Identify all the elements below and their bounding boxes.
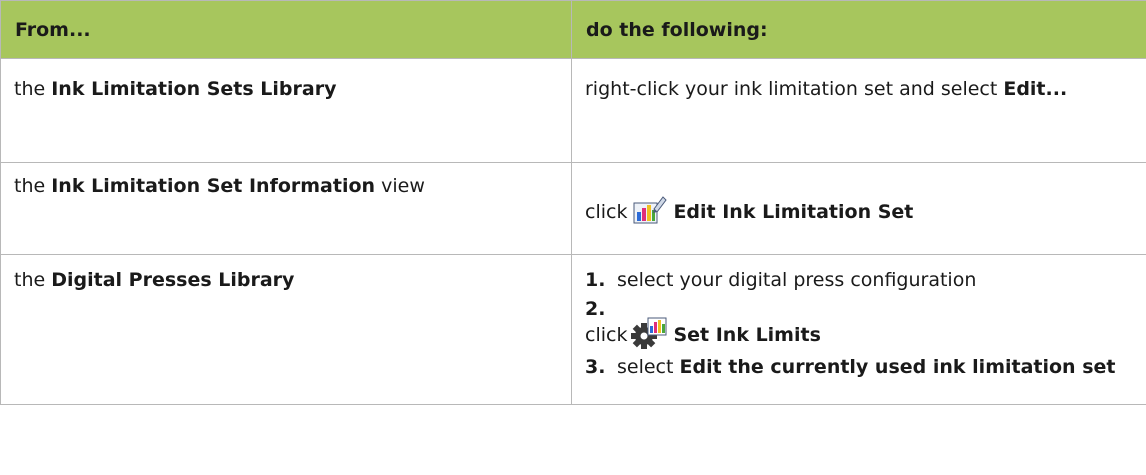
table-row: the Ink Limitation Sets Library right-cl…	[0, 58, 1146, 163]
from-prefix: the	[14, 269, 52, 291]
step-text: select Edit the currently used ink limit…	[617, 353, 1115, 382]
do-command: Edit Ink Limitation Set	[673, 201, 914, 223]
step-number: 3.	[585, 356, 606, 378]
steps-list: 1. select your digital press configurati…	[585, 266, 1132, 382]
do-cell: right-click your ink limitation set and …	[571, 58, 1146, 163]
step-content: click Set Ink Limits	[585, 316, 821, 350]
list-item: 1. select your digital press configurati…	[585, 266, 1132, 295]
set-ink-limits-gear-icon	[631, 316, 669, 350]
from-cell: the Digital Presses Library	[0, 254, 572, 405]
step-text: select your digital press configuration	[617, 269, 977, 291]
from-cell: the Ink Limitation Set Information view	[0, 162, 572, 255]
edit-ink-limitation-set-icon	[633, 195, 668, 225]
from-cell: the Ink Limitation Sets Library	[0, 58, 572, 163]
do-command: Edit...	[1003, 78, 1068, 100]
do-text: right-click your ink limitation set and …	[585, 78, 1004, 100]
procedure-table: From... do the following: the Ink Limita…	[0, 0, 1146, 405]
from-prefix: the	[14, 78, 52, 100]
from-location: Ink Limitation Set Information	[51, 175, 376, 197]
from-location: Ink Limitation Sets Library	[51, 78, 337, 100]
list-item: 3. select Edit the currently used ink li…	[585, 353, 1132, 382]
step-prefix: click	[585, 324, 628, 346]
do-prefix: click	[585, 201, 628, 223]
step-command: Edit the currently used ink limitation s…	[679, 356, 1116, 378]
header-do: do the following:	[571, 0, 1146, 59]
from-suffix: view	[375, 175, 425, 197]
table-row: the Digital Presses Library 1. select yo…	[0, 254, 1146, 405]
header-from: From...	[0, 0, 572, 59]
step-number: 1.	[585, 269, 606, 291]
from-prefix: the	[14, 175, 52, 197]
table-row: the Ink Limitation Set Information view …	[0, 162, 1146, 255]
from-location: Digital Presses Library	[51, 269, 295, 291]
step-prefix: select	[617, 356, 680, 378]
do-cell: 1. select your digital press configurati…	[571, 254, 1146, 405]
table-header-row: From... do the following:	[0, 0, 1146, 59]
do-cell: click Edit Ink Limitation Set	[571, 162, 1146, 255]
list-item: 2. click Set Ink Limits	[585, 295, 1132, 353]
step-command: Set Ink Limits	[673, 324, 821, 346]
